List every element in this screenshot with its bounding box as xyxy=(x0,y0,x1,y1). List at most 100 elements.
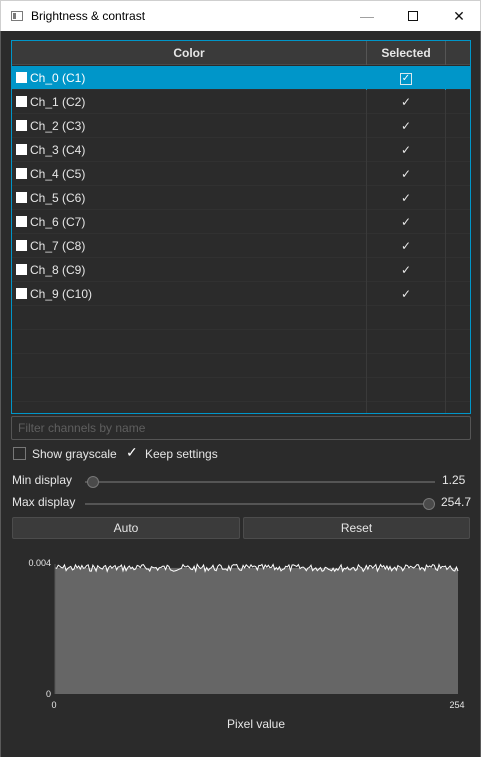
minimize-button[interactable]: — xyxy=(344,1,390,32)
table-row[interactable]: Ch_1 (C2) ✓ xyxy=(12,90,470,114)
selected-check-icon[interactable]: ✓ xyxy=(401,263,411,277)
keep-settings-label: Keep settings xyxy=(145,447,218,461)
max-display-slider-thumb[interactable] xyxy=(423,498,435,510)
table-row[interactable]: Ch_5 (C6) ✓ xyxy=(12,186,470,210)
checkbox-box[interactable] xyxy=(13,447,26,460)
channel-color-cell[interactable]: Ch_5 (C6) xyxy=(12,186,367,210)
dialog-body: Color Selected Ch_0 (C1) ✓ Ch_1 (C2) ✓ Ch_2 … xyxy=(0,31,481,757)
filler-cell xyxy=(446,66,470,90)
auto-button[interactable]: Auto xyxy=(12,517,240,539)
filler-cell xyxy=(446,186,470,210)
table-row[interactable]: Ch_6 (C7) ✓ xyxy=(12,210,470,234)
histogram-fill xyxy=(55,567,458,694)
color-swatch[interactable] xyxy=(16,192,27,203)
histogram-svg: 0.004 0 0 254 Pixel value xyxy=(28,558,464,731)
header-filler xyxy=(446,41,470,65)
color-swatch[interactable] xyxy=(16,168,27,179)
selected-check-icon[interactable]: ✓ xyxy=(401,239,411,253)
channel-table[interactable]: Color Selected Ch_0 (C1) ✓ Ch_1 (C2) ✓ Ch_2 … xyxy=(11,40,471,414)
filler-cell xyxy=(446,138,470,162)
channel-color-cell[interactable]: Ch_8 (C9) xyxy=(12,258,367,282)
channel-selected-cell[interactable]: ✓ xyxy=(367,186,446,210)
selected-check-icon[interactable]: ✓ xyxy=(401,215,411,229)
table-row[interactable]: Ch_3 (C4) ✓ xyxy=(12,138,470,162)
channel-selected-cell[interactable]: ✓ xyxy=(367,282,446,306)
min-display-slider[interactable] xyxy=(85,476,435,488)
channel-filter-input[interactable] xyxy=(11,416,471,440)
x-axis-label: Pixel value xyxy=(227,717,285,731)
header-color[interactable]: Color xyxy=(12,41,367,65)
table-row[interactable]: Ch_9 (C10) ✓ xyxy=(12,282,470,306)
min-display-slider-thumb[interactable] xyxy=(86,476,99,488)
filler-cell xyxy=(446,258,470,282)
checkmark-icon[interactable]: ✓ xyxy=(126,444,140,460)
color-swatch[interactable] xyxy=(16,264,27,275)
header-selected[interactable]: Selected xyxy=(367,41,446,65)
filler-cell xyxy=(446,210,470,234)
table-row[interactable]: Ch_7 (C8) ✓ xyxy=(12,234,470,258)
channel-name: Ch_5 (C6) xyxy=(30,191,86,205)
empty-table-row xyxy=(12,330,470,354)
channel-selected-cell[interactable]: ✓ xyxy=(367,234,446,258)
selected-check-icon[interactable]: ✓ xyxy=(400,72,412,85)
channel-name: Ch_1 (C2) xyxy=(30,95,86,109)
reset-button[interactable]: Reset xyxy=(243,517,470,539)
channel-selected-cell[interactable]: ✓ xyxy=(367,210,446,234)
filler-cell xyxy=(446,282,470,306)
maximize-icon xyxy=(408,11,418,21)
window-title: Brightness & contrast xyxy=(31,9,146,23)
color-swatch[interactable] xyxy=(16,288,27,299)
empty-table-row xyxy=(12,402,470,413)
channel-selected-cell[interactable]: ✓ xyxy=(367,90,446,114)
filler-cell xyxy=(446,90,470,114)
channel-color-cell[interactable]: Ch_9 (C10) xyxy=(12,282,367,306)
show-grayscale-label: Show grayscale xyxy=(32,447,117,461)
selected-check-icon[interactable]: ✓ xyxy=(401,143,411,157)
color-swatch[interactable] xyxy=(16,72,27,83)
channel-color-cell[interactable]: Ch_0 (C1) xyxy=(12,66,367,90)
x-max-tick: 254 xyxy=(449,700,464,710)
color-swatch[interactable] xyxy=(16,120,27,131)
color-swatch[interactable] xyxy=(16,144,27,155)
table-header: Color Selected xyxy=(12,41,470,65)
maximize-button[interactable] xyxy=(390,1,436,32)
empty-table-row xyxy=(12,378,470,402)
selected-check-icon[interactable]: ✓ xyxy=(401,287,411,301)
channel-color-cell[interactable]: Ch_3 (C4) xyxy=(12,138,367,162)
channel-selected-cell[interactable]: ✓ xyxy=(367,138,446,162)
title-bar: Brightness & contrast — ✕ xyxy=(0,0,481,31)
table-row[interactable]: Ch_4 (C5) ✓ xyxy=(12,162,470,186)
color-swatch[interactable] xyxy=(16,96,27,107)
selected-check-icon[interactable]: ✓ xyxy=(401,95,411,109)
min-display-value: 1.25 xyxy=(442,473,466,487)
channel-selected-cell[interactable]: ✓ xyxy=(367,114,446,138)
color-swatch[interactable] xyxy=(16,216,27,227)
selected-check-icon[interactable]: ✓ xyxy=(401,119,411,133)
channel-name: Ch_4 (C5) xyxy=(30,167,86,181)
channel-name: Ch_6 (C7) xyxy=(30,215,86,229)
channel-color-cell[interactable]: Ch_7 (C8) xyxy=(12,234,367,258)
color-swatch[interactable] xyxy=(16,240,27,251)
channel-color-cell[interactable]: Ch_4 (C5) xyxy=(12,162,367,186)
y-min-tick: 0 xyxy=(46,689,51,699)
channel-color-cell[interactable]: Ch_2 (C3) xyxy=(12,114,367,138)
selected-check-icon[interactable]: ✓ xyxy=(401,167,411,181)
close-button[interactable]: ✕ xyxy=(436,1,481,32)
channel-selected-cell[interactable]: ✓ xyxy=(367,258,446,282)
filler-cell xyxy=(446,162,470,186)
selected-check-icon[interactable]: ✓ xyxy=(401,191,411,205)
channel-selected-cell[interactable]: ✓ xyxy=(367,162,446,186)
channel-name: Ch_8 (C9) xyxy=(30,263,86,277)
empty-table-row xyxy=(12,354,470,378)
table-row[interactable]: Ch_8 (C9) ✓ xyxy=(12,258,470,282)
table-row[interactable]: Ch_0 (C1) ✓ xyxy=(12,66,470,90)
max-display-label: Max display xyxy=(12,495,76,509)
channel-name: Ch_3 (C4) xyxy=(30,143,86,157)
channel-color-cell[interactable]: Ch_6 (C7) xyxy=(12,210,367,234)
x-min-tick: 0 xyxy=(51,700,56,710)
table-row[interactable]: Ch_2 (C3) ✓ xyxy=(12,114,470,138)
max-display-slider[interactable] xyxy=(85,498,435,510)
channel-selected-cell[interactable]: ✓ xyxy=(367,66,446,90)
channel-name: Ch_7 (C8) xyxy=(30,239,86,253)
channel-color-cell[interactable]: Ch_1 (C2) xyxy=(12,90,367,114)
